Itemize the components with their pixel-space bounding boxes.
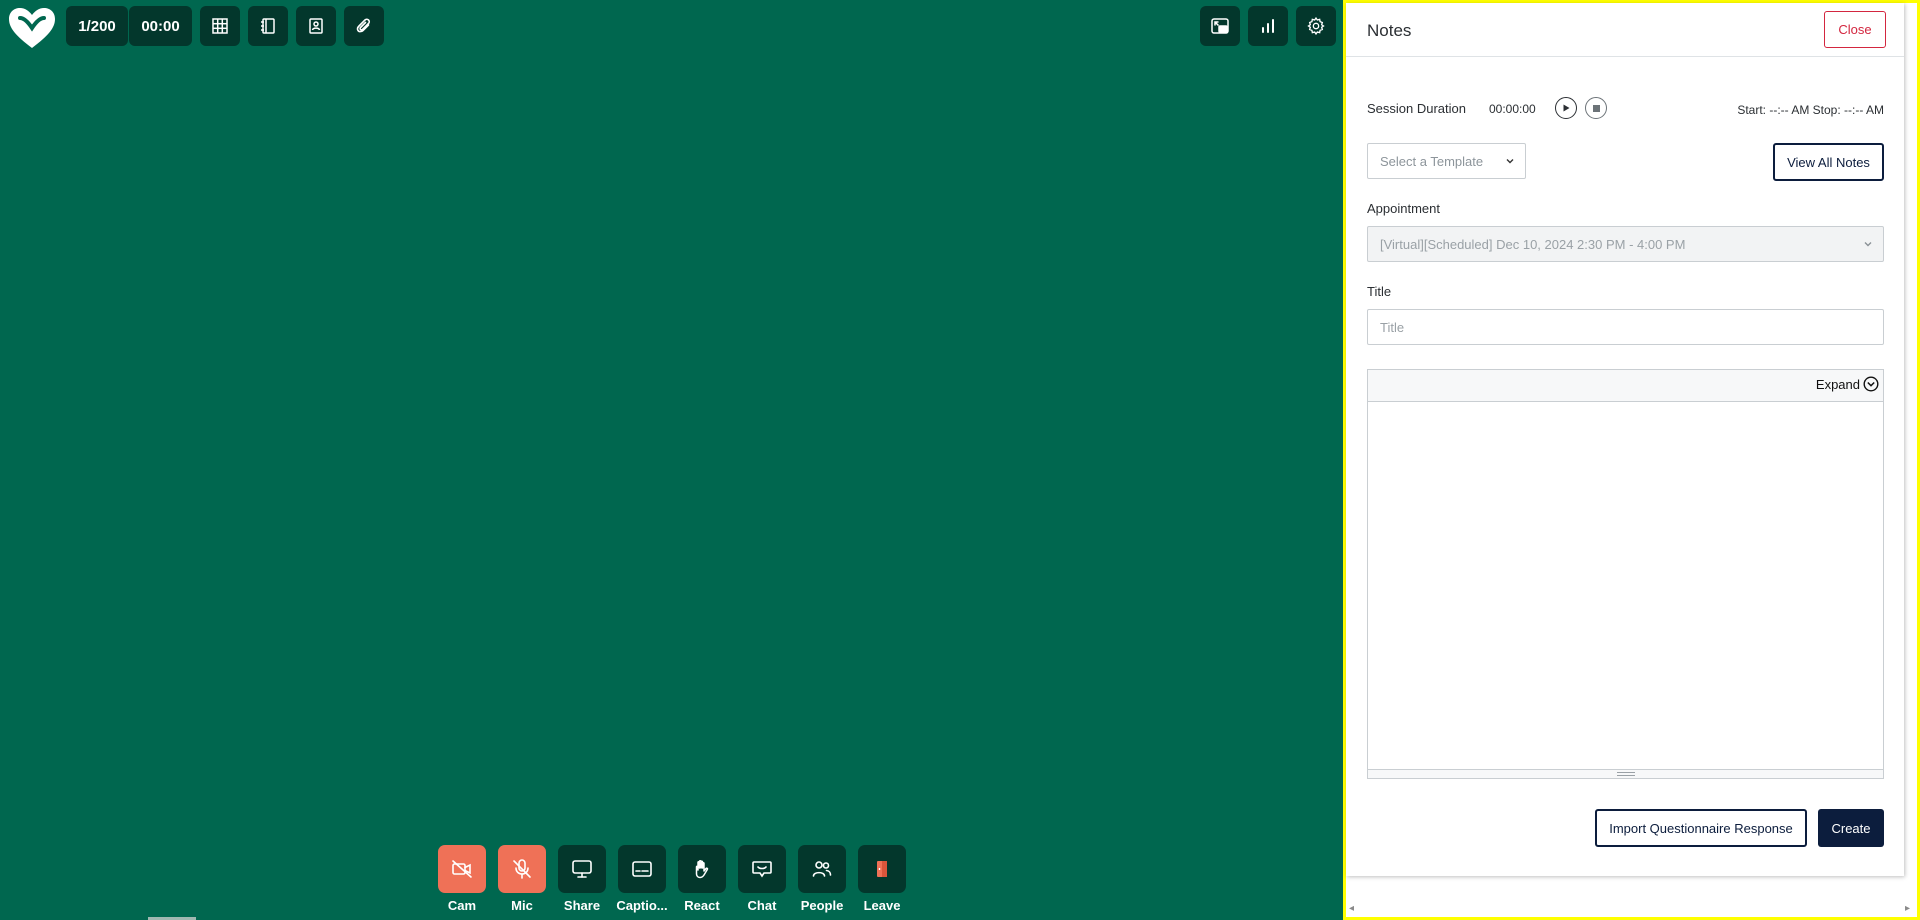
leave-call-button[interactable] <box>858 845 906 893</box>
gear-icon <box>1307 16 1325 36</box>
notebook-icon <box>261 18 275 34</box>
scroll-right-icon[interactable]: ▸ <box>1905 903 1910 914</box>
participant-count-text: 1/200 <box>78 17 116 35</box>
people-icon <box>812 861 832 877</box>
editor-toolbar: Expand <box>1368 370 1883 402</box>
call-timer-text: 00:00 <box>141 17 180 35</box>
camera-label: Cam <box>447 898 477 913</box>
paperclip-icon <box>356 18 371 33</box>
chat-icon <box>752 861 772 878</box>
resize-grip-icon[interactable] <box>1616 772 1635 776</box>
title-input[interactable] <box>1367 309 1884 345</box>
stop-icon <box>1592 104 1600 112</box>
template-select[interactable]: Select a Template <box>1367 143 1526 179</box>
create-button[interactable]: Create <box>1818 809 1884 847</box>
contact-card-button[interactable] <box>296 6 336 46</box>
chevron-down-icon <box>1864 242 1872 247</box>
stats-icon <box>1262 19 1274 33</box>
expand-button[interactable]: Expand <box>1816 376 1879 392</box>
view-all-notes-button[interactable]: View All Notes <box>1773 143 1884 181</box>
exit-door-icon <box>877 861 887 877</box>
camera-off-icon <box>452 860 472 878</box>
notebook-button[interactable] <box>248 6 288 46</box>
title-label: Title <box>1367 284 1392 299</box>
mic-label: Mic <box>511 898 533 913</box>
picture-in-picture-button[interactable] <box>1200 6 1240 46</box>
appointment-select[interactable]: [Virtual][Scheduled] Dec 10, 2024 2:30 P… <box>1367 226 1884 262</box>
captions-label: Captio... <box>616 898 668 913</box>
scroll-left-icon[interactable]: ◂ <box>1349 903 1354 914</box>
mic-off-icon <box>513 859 531 879</box>
screen-share-icon <box>572 860 592 878</box>
picture-in-picture-icon <box>1211 18 1229 34</box>
notes-title: Notes <box>1367 21 1412 40</box>
grid-icon <box>212 18 228 34</box>
notes-panel-content: Notes Close Session Duration 00:00:00 St… <box>1346 3 1904 876</box>
react-button[interactable] <box>678 845 726 893</box>
share-label: Share <box>563 898 601 913</box>
start-stop-times: Start: --:-- AM Stop: --:-- AM <box>1737 103 1884 117</box>
contact-card-icon <box>309 18 323 34</box>
import-questionnaire-button[interactable]: Import Questionnaire Response <box>1595 809 1807 847</box>
camera-toggle-button[interactable] <box>438 845 486 893</box>
people-label: People <box>800 898 844 913</box>
raise-hand-icon <box>695 860 709 879</box>
notes-editor[interactable]: Expand <box>1367 369 1884 779</box>
expand-label: Expand <box>1815 376 1860 392</box>
participant-count: 1/200 <box>66 6 128 46</box>
attachment-button[interactable] <box>344 6 384 46</box>
session-start-button[interactable] <box>1555 97 1577 119</box>
react-label: React <box>684 898 720 913</box>
leave-label: Leave <box>863 898 901 913</box>
video-stage: 1/200 00:00 Cam Mic Share Captio... Reac… <box>0 0 1343 920</box>
call-timer: 00:00 <box>129 6 192 46</box>
settings-button[interactable] <box>1296 6 1336 46</box>
people-button[interactable] <box>798 845 846 893</box>
heart-logo-icon <box>9 8 55 48</box>
appointment-select-value: [Virtual][Scheduled] Dec 10, 2024 2:30 P… <box>1380 236 1686 252</box>
play-icon <box>1563 104 1570 112</box>
editor-resize-bar[interactable] <box>1368 769 1883 778</box>
notes-header: Notes Close <box>1346 3 1904 57</box>
captions-icon <box>632 861 652 877</box>
chat-label: Chat <box>747 898 777 913</box>
template-select-placeholder: Select a Template <box>1380 153 1484 169</box>
mic-toggle-button[interactable] <box>498 845 546 893</box>
share-screen-button[interactable] <box>558 845 606 893</box>
chevron-down-icon <box>1506 159 1514 164</box>
chevron-circle-down-icon <box>1863 376 1879 392</box>
session-duration-label: Session Duration <box>1367 101 1466 116</box>
grid-view-button[interactable] <box>200 6 240 46</box>
session-duration-value: 00:00:00 <box>1489 102 1536 116</box>
captions-button[interactable] <box>618 845 666 893</box>
appointment-label: Appointment <box>1367 201 1440 216</box>
close-button[interactable]: Close <box>1824 11 1886 48</box>
notes-panel: Notes Close Session Duration 00:00:00 St… <box>1343 0 1920 920</box>
chat-button[interactable] <box>738 845 786 893</box>
stats-button[interactable] <box>1248 6 1288 46</box>
session-stop-button[interactable] <box>1585 97 1607 119</box>
